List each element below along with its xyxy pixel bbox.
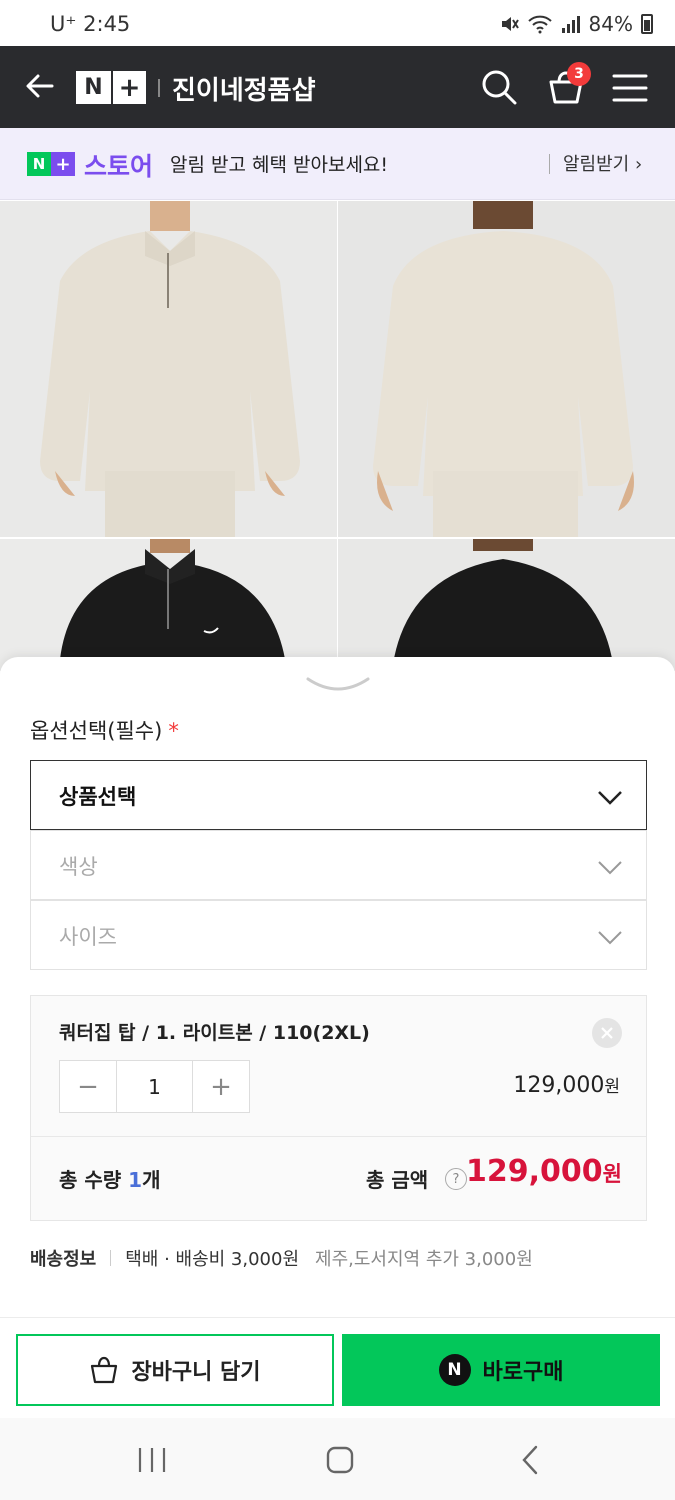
naver-pay-icon: N: [438, 1354, 471, 1386]
banner-divider: [549, 154, 550, 174]
purchase-option-sheet: 옵션선택(필수) * 상품선택 색상 사이즈 쿼터집 탑 / 1. 라이트본 / …: [0, 657, 675, 1500]
divider: [31, 1136, 646, 1137]
shopping-bag-icon: [91, 1356, 118, 1384]
status-bar: U⁺ 2:45 84%: [0, 0, 675, 46]
remove-item-button[interactable]: [592, 1018, 622, 1048]
back-arrow-icon[interactable]: [22, 68, 58, 104]
color-select-value: 색상: [59, 855, 98, 879]
cart-count-badge: 3: [567, 62, 591, 86]
battery-icon: [641, 14, 653, 34]
product-image-front-black[interactable]: [0, 539, 337, 671]
product-image-back-black[interactable]: [338, 539, 675, 671]
banner-logo-n: N: [27, 152, 51, 176]
item-price: 129,000원: [513, 1072, 620, 1098]
battery-text: 84%: [588, 12, 633, 36]
option-label-text: 옵션선택(필수): [30, 719, 163, 743]
chevron-down-icon: [598, 791, 622, 805]
logo-plus: +: [111, 71, 146, 104]
help-icon[interactable]: ?: [445, 1168, 467, 1190]
banner-logo-plus: +: [51, 152, 75, 176]
item-price-value: 129,000: [513, 1073, 605, 1098]
selected-item-name: 쿼터집 탑 / 1. 라이트본 / 110(2XL): [59, 1022, 370, 1044]
shop-name[interactable]: 진이네정품샵: [172, 70, 316, 107]
total-qty-prefix: 총 수량: [59, 1168, 129, 1192]
total-quantity: 총 수량 1개: [59, 1164, 160, 1193]
chevron-down-icon: [598, 931, 622, 945]
app-header: N + 진이네정품샵: [0, 46, 675, 128]
header-divider: [158, 79, 160, 97]
logo-n: N: [76, 71, 111, 104]
quantity-stepper: − 1 +: [59, 1060, 250, 1113]
shipping-extra-fee: 제주,도서지역 추가 3,000원: [315, 1249, 533, 1270]
home-icon[interactable]: [320, 1442, 360, 1478]
option-select-label: 옵션선택(필수) *: [30, 715, 179, 745]
menu-icon[interactable]: [612, 73, 648, 103]
product-select-value: 상품선택: [59, 785, 137, 809]
total-qty-value: 1: [128, 1168, 143, 1192]
store-label: 스토어: [84, 152, 154, 181]
alarm-subscribe-button[interactable]: 알림받기 ›: [563, 150, 642, 176]
add-to-cart-button[interactable]: 장바구니 담기: [16, 1334, 334, 1406]
item-price-currency: 원: [604, 1077, 620, 1097]
quantity-decrease-button[interactable]: −: [60, 1061, 116, 1112]
total-qty-suffix: 개: [142, 1168, 161, 1192]
shipping-divider: [110, 1250, 112, 1266]
total-amount: 129,000원: [466, 1154, 622, 1189]
selected-item-box: 쿼터집 탑 / 1. 라이트본 / 110(2XL) − 1 + 129,000…: [30, 995, 647, 1221]
back-nav-icon[interactable]: [510, 1442, 550, 1478]
total-amount-value: 129,000: [466, 1154, 603, 1189]
total-amount-currency: 원: [602, 1162, 622, 1186]
notification-banner: N + 스토어 알림 받고 혜택 받아보세요! 알림받기 ›: [0, 128, 675, 200]
color-select-dropdown[interactable]: 색상: [30, 830, 647, 900]
status-time: U⁺ 2:45: [50, 12, 131, 36]
size-select-value: 사이즈: [59, 925, 117, 949]
divider: [0, 1317, 675, 1318]
signal-icon: [561, 16, 580, 33]
search-icon[interactable]: [480, 68, 518, 106]
product-image-grid: [0, 201, 675, 671]
naver-plus-logo[interactable]: N +: [76, 71, 146, 104]
banner-message: 알림 받고 혜택 받아보세요!: [170, 154, 389, 176]
quantity-value[interactable]: 1: [116, 1061, 193, 1112]
shipping-fee: 택배 · 배송비 3,000원: [125, 1249, 300, 1270]
recent-apps-icon[interactable]: [132, 1442, 172, 1478]
naver-plus-store-logo: N +: [27, 152, 75, 176]
product-image-back-light[interactable]: [338, 201, 675, 537]
collapse-handle-icon[interactable]: [306, 675, 370, 695]
quantity-increase-button[interactable]: +: [193, 1061, 249, 1112]
buy-now-label: 바로구매: [482, 1360, 564, 1385]
required-mark: *: [168, 719, 179, 743]
shipping-info: 배송정보 택배 · 배송비 3,000원 제주,도서지역 추가 3,000원: [30, 1245, 533, 1271]
chevron-down-icon: [598, 861, 622, 875]
system-navigation-bar: [0, 1418, 675, 1500]
status-icons: 84%: [499, 12, 653, 36]
wifi-icon: [527, 15, 552, 34]
size-select-dropdown[interactable]: 사이즈: [30, 900, 647, 970]
buy-now-button[interactable]: N 바로구매: [342, 1334, 660, 1406]
shipping-title: 배송정보: [30, 1249, 97, 1270]
add-to-cart-label: 장바구니 담기: [131, 1360, 261, 1385]
total-amount-label: 총 금액: [366, 1168, 429, 1192]
close-icon: [601, 1027, 613, 1039]
mute-icon: [501, 17, 519, 31]
product-image-front-light[interactable]: [0, 201, 337, 537]
product-select-dropdown[interactable]: 상품선택: [30, 760, 647, 830]
